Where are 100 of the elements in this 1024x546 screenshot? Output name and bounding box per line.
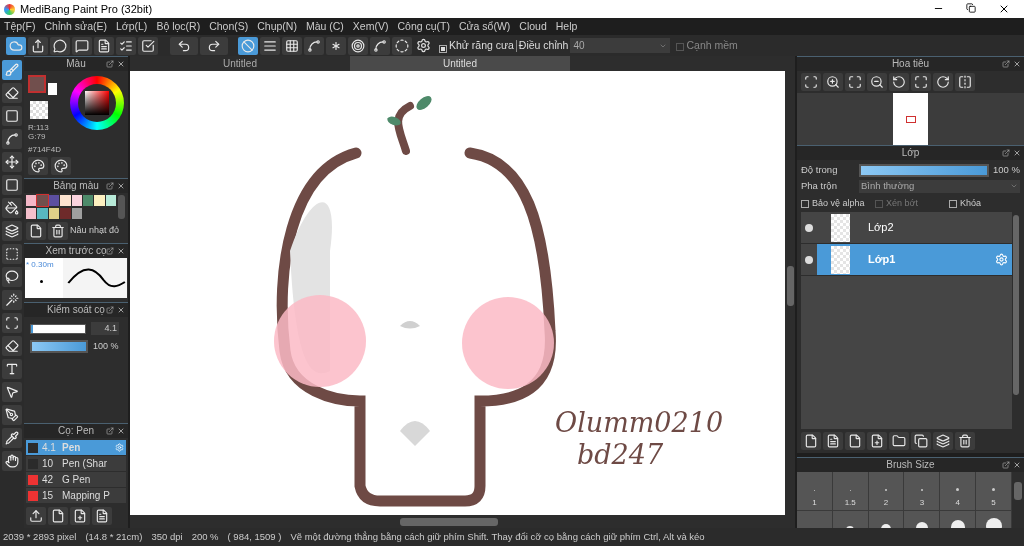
target-icon[interactable] [348, 36, 368, 55]
close-icon[interactable] [117, 247, 125, 255]
menu-item[interactable]: Chỉnh sửa(E) [44, 18, 107, 35]
speech-bubble-icon[interactable] [50, 36, 70, 55]
color-swatch[interactable] [60, 207, 71, 219]
pointer-icon[interactable] [2, 382, 22, 402]
close-icon[interactable] [1013, 149, 1021, 157]
menu-item[interactable]: Chọn(S) [209, 18, 249, 35]
menu-item[interactable]: Xem(V) [352, 18, 389, 35]
upload-icon[interactable] [26, 507, 46, 525]
close-icon[interactable] [1013, 461, 1021, 469]
document-icon[interactable] [94, 36, 114, 55]
color-swatch[interactable] [60, 195, 71, 206]
wand-icon[interactable] [2, 290, 22, 310]
horizontal-scrollbar[interactable] [130, 515, 795, 528]
document-icon[interactable] [92, 507, 112, 525]
brush-size-cell[interactable]: 5 [976, 472, 1011, 510]
brush-size-cell[interactable] [940, 511, 976, 528]
folder-icon[interactable] [889, 432, 909, 450]
color-swatch[interactable] [26, 207, 37, 219]
rotate-left-icon[interactable] [889, 73, 909, 91]
menu-item[interactable]: Công cụ(T) [397, 18, 450, 35]
brush-size-cell[interactable]: 2 [868, 472, 904, 510]
menu-item[interactable]: Màu (C) [305, 18, 344, 35]
no-snap-icon[interactable] [238, 36, 258, 55]
asterisk-icon[interactable] [326, 36, 346, 55]
secondary-color-swatch[interactable] [48, 83, 57, 95]
undock-icon[interactable] [106, 247, 114, 255]
menu-item[interactable]: Tệp(F) [4, 18, 36, 35]
settings-icon[interactable] [414, 38, 433, 53]
scan-icon[interactable] [2, 313, 22, 333]
undock-icon[interactable] [106, 306, 114, 314]
close-icon[interactable] [1013, 60, 1021, 68]
comment-icon[interactable] [72, 36, 92, 55]
undock-icon[interactable] [1002, 60, 1010, 68]
brush-size-cell[interactable] [868, 511, 904, 528]
document-icon[interactable] [823, 432, 843, 450]
brush-size-cell[interactable] [904, 511, 940, 528]
brush-size-cell[interactable]: 3 [904, 472, 940, 510]
undock-icon[interactable] [106, 427, 114, 435]
redo-icon[interactable] [200, 36, 228, 55]
paint-bucket-icon[interactable] [2, 198, 22, 218]
adjust-select[interactable]: 40 [570, 38, 671, 53]
brush-list-item[interactable]: 15 Mapping P [26, 488, 126, 504]
brush-size-cell[interactable] [797, 511, 832, 528]
add-file-icon[interactable] [70, 507, 90, 525]
square-icon[interactable] [2, 106, 22, 126]
trash-icon[interactable] [48, 222, 68, 240]
eraser-icon[interactable] [2, 83, 22, 103]
menu-item[interactable]: Cửa sổ(W) [458, 18, 511, 35]
parallel-lines-icon[interactable] [260, 36, 280, 55]
hand-icon[interactable] [2, 451, 22, 471]
color-swatch[interactable] [82, 195, 94, 206]
checkbox[interactable] [801, 199, 809, 208]
undock-icon[interactable] [106, 182, 114, 190]
lasso-icon[interactable] [2, 267, 22, 287]
close-icon[interactable] [998, 3, 1010, 15]
brush-size-cell[interactable]: 1.5 [832, 472, 868, 510]
scrollbar[interactable] [118, 195, 125, 219]
undo-icon[interactable] [170, 36, 198, 55]
close-icon[interactable] [117, 60, 125, 68]
dashed-square-icon[interactable] [2, 244, 22, 264]
new-file-icon[interactable] [26, 222, 46, 240]
new-layer-icon[interactable] [801, 432, 821, 450]
zoom-in-icon[interactable] [823, 73, 843, 91]
color-swatch[interactable] [94, 195, 105, 206]
checklist-icon[interactable] [138, 36, 158, 55]
restore-icon[interactable] [966, 3, 976, 15]
menu-item[interactable]: Help [555, 18, 578, 35]
color-swatch[interactable] [71, 195, 82, 206]
curve-icon[interactable] [304, 36, 324, 55]
eyedropper-icon[interactable] [2, 428, 22, 448]
duplicate-icon[interactable] [911, 432, 931, 450]
fit-icon[interactable] [911, 73, 931, 91]
cloud-icon[interactable] [6, 36, 26, 55]
brush-size-cell[interactable]: 4 [940, 472, 976, 510]
blend-select[interactable]: Bình thường [859, 179, 1020, 193]
menu-item[interactable]: Bộ lọc(R) [156, 18, 201, 35]
new-file-icon[interactable] [48, 507, 68, 525]
brush-size-cell[interactable] [976, 511, 1011, 528]
scrollbar[interactable] [1012, 212, 1020, 429]
list-icon[interactable] [116, 36, 136, 55]
actual-size-icon[interactable] [801, 73, 821, 91]
zoom-out-icon[interactable] [867, 73, 887, 91]
grid-icon[interactable] [282, 36, 302, 55]
color-wheel[interactable] [70, 76, 124, 130]
brush-size-cell[interactable]: 1 [797, 472, 832, 510]
palette-icon[interactable] [28, 157, 48, 175]
color-swatch[interactable] [37, 207, 48, 219]
menu-item[interactable]: Chụp(N) [257, 18, 297, 35]
brush-list-item[interactable]: 42 G Pen [26, 472, 126, 488]
size-field[interactable]: 4.1 [91, 322, 119, 335]
checkbox[interactable] [949, 199, 957, 208]
trash-icon[interactable] [955, 432, 975, 450]
close-icon[interactable] [117, 306, 125, 314]
color-swatch[interactable] [48, 207, 60, 219]
curve-icon[interactable] [370, 36, 390, 55]
new-file-icon[interactable] [845, 432, 865, 450]
fit-icon[interactable] [845, 73, 865, 91]
undock-icon[interactable] [1002, 149, 1010, 157]
